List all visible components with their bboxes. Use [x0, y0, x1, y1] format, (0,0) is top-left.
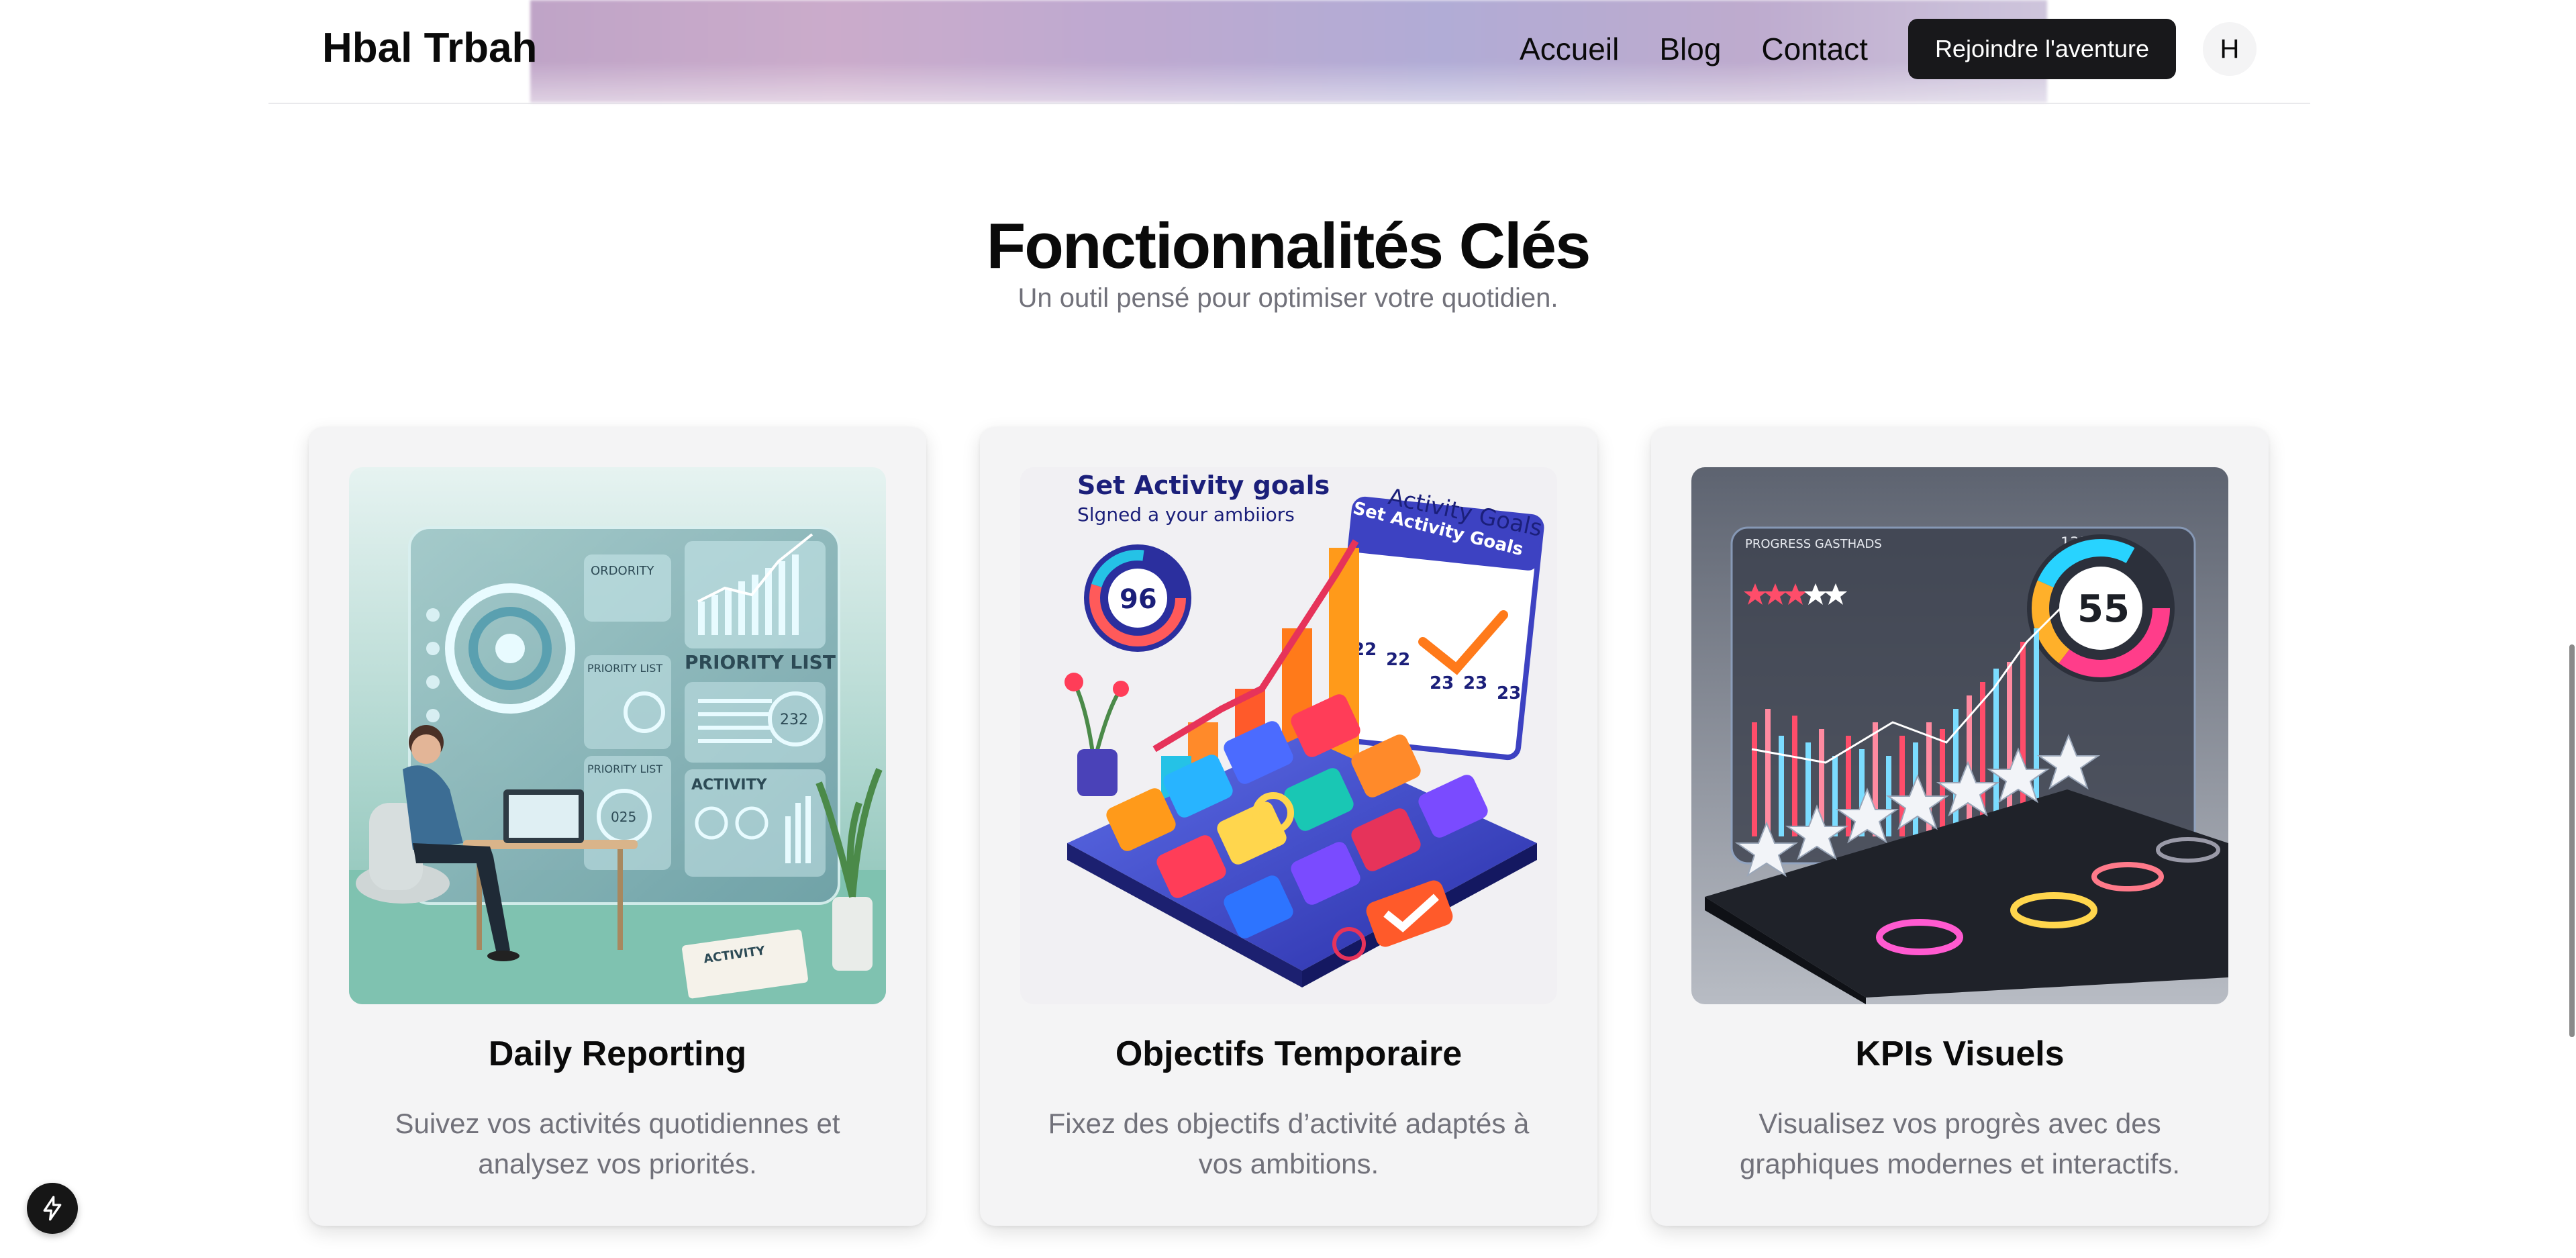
kpi-gauge-value: 55	[2077, 587, 2130, 631]
feature-card-description: Fixez des objectifs d’activité adaptés à…	[1048, 1108, 1530, 1179]
nav-link-contact[interactable]: Contact	[1761, 31, 1868, 67]
main-nav: Accueil Blog Contact Rejoindre l'aventur…	[1479, 19, 2257, 79]
calendar-cell: 22	[1386, 650, 1410, 670]
scrollbar-thumb[interactable]	[2569, 644, 2575, 1037]
bolt-icon[interactable]	[27, 1183, 78, 1234]
feature-card-description: Suivez vos activités quotidiennes et ana…	[395, 1108, 840, 1179]
calendar-cell: 23	[1463, 673, 1487, 693]
feature-card-kpis-visuels: PROGRESS GASTHADS 13%	[1651, 427, 2269, 1226]
feature-card-daily-reporting: ORDORITY PRIORITY LIST PRIORITY LIST 232…	[309, 427, 926, 1226]
join-adventure-button[interactable]: Rejoindre l'aventure	[1908, 19, 2176, 79]
nav-link-accueil[interactable]: Accueil	[1520, 31, 1619, 67]
feature-card-description: Visualisez vos progrès avec des graphiqu…	[1739, 1108, 2181, 1179]
set-activity-goals-subline: Slgned a your ambiiors	[1077, 503, 1295, 526]
metric-025-text: 025	[611, 809, 636, 825]
ordority-text: ORDORITY	[591, 564, 655, 578]
page: Hbal Trbah Accueil Blog Contact Rejoindr…	[0, 0, 2576, 1258]
nav-link-blog[interactable]: Blog	[1659, 31, 1721, 67]
site-logo[interactable]: Hbal Trbah	[322, 24, 537, 72]
calendar-cell: 23	[1497, 683, 1521, 704]
user-avatar[interactable]: H	[2203, 22, 2257, 76]
feature-card-title: Objectifs Temporaire	[1115, 1034, 1463, 1073]
kpi-dashboard-illustration: PROGRESS GASTHADS 13%	[1691, 467, 2228, 1004]
vertical-scrollbar[interactable]	[2567, 0, 2576, 1258]
daily-reporting-illustration: ORDORITY PRIORITY LIST PRIORITY LIST 232…	[349, 467, 886, 1004]
priority-list-text: PRIORITY LIST	[685, 651, 836, 673]
priority-list-small-text: PRIORITY LIST	[587, 662, 662, 675]
gauge-value: 96	[1120, 584, 1157, 615]
priority-list-2-text: PRIORITY LIST	[587, 763, 662, 775]
activity-text: ACTIVITY	[691, 777, 768, 793]
kpi-header-text: PROGRESS GASTHADS	[1745, 537, 1882, 551]
set-activity-goals-headline: Set Activity goals	[1077, 471, 1330, 500]
activity-goals-illustration: Set Activity goals Slgned a your ambiior…	[1020, 467, 1557, 1004]
calendar-cell: 23	[1430, 673, 1454, 693]
feature-card-title: Daily Reporting	[488, 1034, 747, 1073]
feature-card-objectifs-temporaire: Set Activity goals Slgned a your ambiior…	[980, 427, 1597, 1226]
features-grid: ORDORITY PRIORITY LIST PRIORITY LIST 232…	[309, 427, 2269, 1226]
section-subtitle: Un outil pensé pour optimiser votre quot…	[1018, 283, 1558, 313]
section-title: Fonctionnalités Clés	[986, 210, 1591, 282]
feature-card-title: KPIs Visuels	[1855, 1034, 2065, 1073]
site-header: Hbal Trbah Accueil Blog Contact Rejoindr…	[268, 0, 2310, 104]
metric-232-text: 232	[780, 712, 808, 728]
